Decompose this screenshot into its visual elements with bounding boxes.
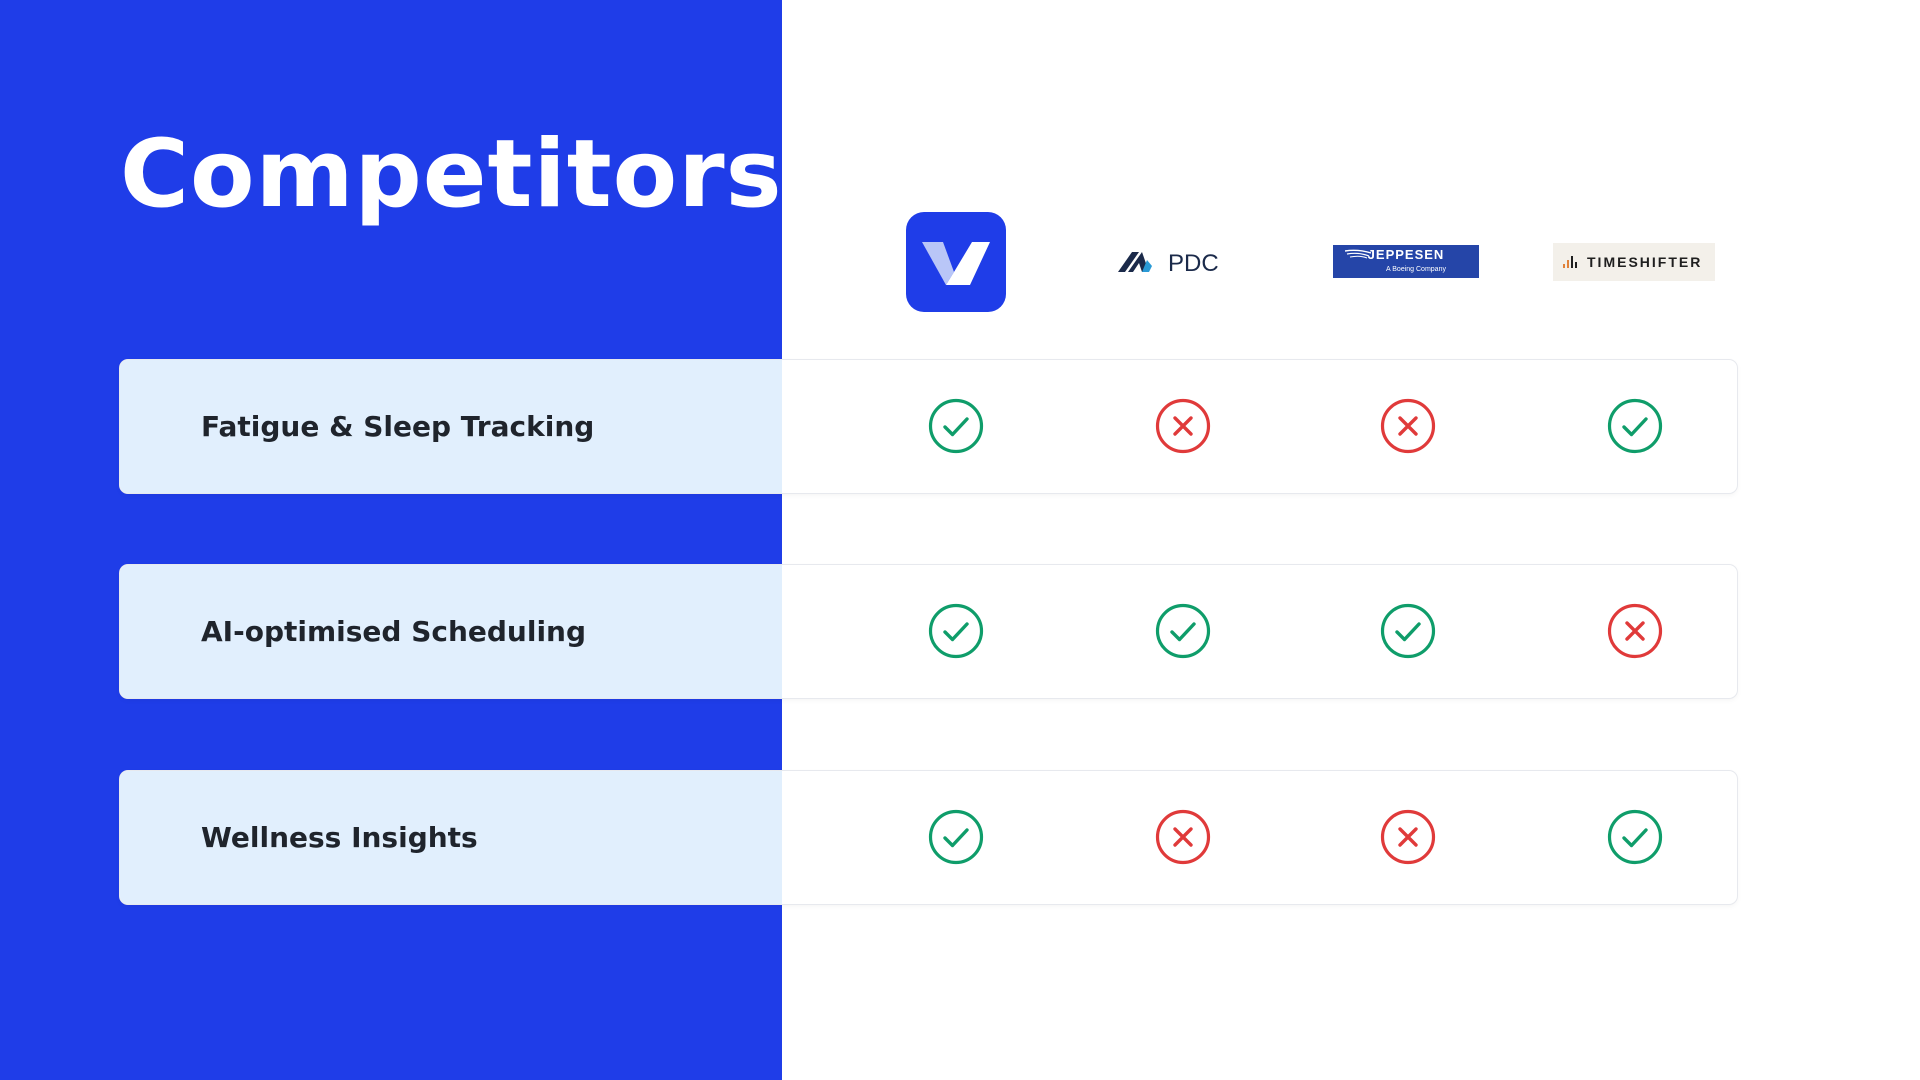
check-circle-icon <box>928 603 984 659</box>
check-circle-icon <box>1607 809 1663 865</box>
feature-label-cell: Fatigue & Sleep Tracking <box>120 360 782 493</box>
feature-label: Fatigue & Sleep Tracking <box>201 410 595 443</box>
timeshifter-wordmark: TIMESHIFTER <box>1587 254 1703 270</box>
bars-icon <box>1563 256 1577 268</box>
x-circle-icon <box>1607 603 1663 659</box>
feature-row: Wellness Insights <box>120 771 1737 904</box>
check-circle-icon <box>928 809 984 865</box>
page-title: Competitors <box>120 120 783 229</box>
x-circle-icon <box>1380 809 1436 865</box>
feature-label-cell: AI-optimised Scheduling <box>120 565 782 698</box>
feature-label: AI-optimised Scheduling <box>201 615 587 648</box>
feature-label-cell: Wellness Insights <box>120 771 782 904</box>
pdc-logo: PDC <box>1118 246 1233 277</box>
x-circle-icon <box>1155 398 1211 454</box>
own-app-logo <box>906 212 1006 312</box>
feature-row: AI-optimised Scheduling <box>120 565 1737 698</box>
jeppesen-wordmark: JEPPESEN <box>1367 247 1445 262</box>
x-circle-icon <box>1155 809 1211 865</box>
jeppesen-subtitle: A Boeing Company <box>1386 266 1446 273</box>
svg-text:PDC: PDC <box>1168 250 1219 276</box>
x-circle-icon <box>1380 398 1436 454</box>
v-checkmark-logo-icon <box>922 242 990 285</box>
timeshifter-logo: TIMESHIFTER <box>1553 243 1715 281</box>
feature-row: Fatigue & Sleep Tracking <box>120 360 1737 493</box>
check-circle-icon <box>928 398 984 454</box>
jeppesen-logo: JEPPESEN A Boeing Company <box>1333 245 1479 278</box>
check-circle-icon <box>1155 603 1211 659</box>
check-circle-icon <box>1607 398 1663 454</box>
check-circle-icon <box>1380 603 1436 659</box>
feature-label: Wellness Insights <box>201 821 478 854</box>
